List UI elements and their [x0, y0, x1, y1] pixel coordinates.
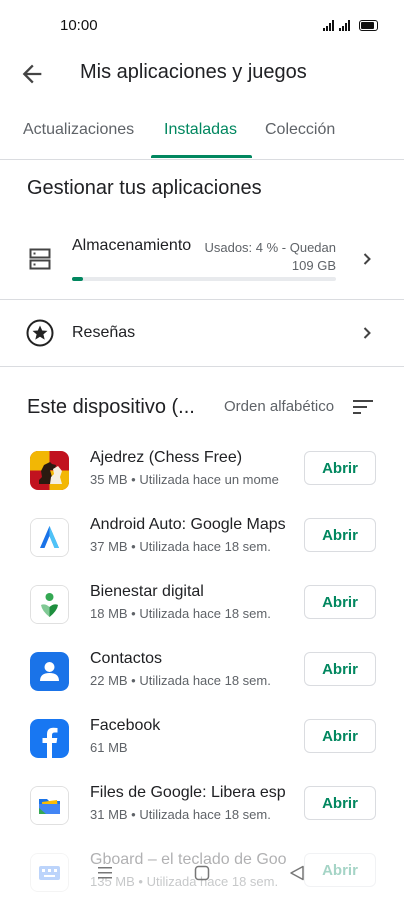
tab-active-indicator — [151, 155, 252, 158]
open-button[interactable]: Abrir — [304, 451, 376, 485]
app-name: Facebook — [90, 717, 161, 734]
app-meta: 37 MB • Utilizada hace 18 sem. — [90, 539, 271, 554]
sort-order-label[interactable]: Orden alfabético — [224, 398, 334, 415]
page-title: Mis aplicaciones y juegos — [80, 61, 307, 83]
app-bar: Mis aplicaciones y juegos — [0, 50, 404, 96]
reviews-row[interactable]: Reseñas — [0, 300, 404, 367]
device-section-title: Este dispositivo (... — [27, 396, 195, 418]
app-meta: 35 MB • Utilizada hace un mome — [90, 472, 279, 487]
contacts-icon — [30, 652, 69, 691]
menu-icon[interactable] — [97, 866, 113, 880]
storage-progress-fill — [72, 277, 83, 281]
app-list-item[interactable]: Android Auto: Google Maps, 37 MB • Utili… — [0, 504, 404, 571]
app-meta: 31 MB • Utilizada hace 18 sem. — [90, 807, 271, 822]
home-icon[interactable] — [194, 865, 210, 881]
app-list-item[interactable]: Files de Google: Libera espa 31 MB • Uti… — [0, 772, 404, 839]
files-by-google-icon — [30, 786, 69, 825]
back-nav-icon[interactable] — [289, 865, 305, 881]
back-arrow-icon[interactable] — [18, 60, 46, 88]
app-name: Bienestar digital — [90, 583, 204, 600]
tab-collection[interactable]: Colección — [265, 121, 335, 139]
open-button[interactable]: Abrir — [304, 786, 376, 820]
app-name: Contactos — [90, 650, 163, 667]
tab-updates[interactable]: Actualizaciones — [23, 121, 134, 139]
app-list-item[interactable]: Contactos 22 MB • Utilizada hace 18 sem.… — [0, 638, 404, 705]
status-bar: 10:00 — [0, 0, 404, 50]
tab-installed[interactable]: Instaladas — [164, 121, 237, 139]
storage-icon — [29, 248, 51, 270]
star-badge-icon — [26, 319, 54, 347]
reviews-label: Reseñas — [72, 324, 136, 341]
open-button[interactable]: Abrir — [304, 719, 376, 753]
storage-progress-bar — [72, 277, 336, 281]
digital-wellbeing-icon — [30, 585, 69, 624]
storage-used-text: Usados: 4 % - Quedan — [204, 240, 336, 255]
open-button[interactable]: Abrir — [304, 585, 376, 619]
app-list-item[interactable]: Facebook 61 MB Abrir — [0, 705, 404, 772]
status-icons — [323, 19, 378, 31]
storage-row[interactable]: Almacenamiento Usados: 4 % - Quedan 109 … — [0, 225, 404, 300]
app-meta: 61 MB — [90, 740, 128, 755]
app-meta: 22 MB • Utilizada hace 18 sem. — [90, 673, 271, 688]
signal-icon — [323, 19, 334, 31]
app-meta: 18 MB • Utilizada hace 18 sem. — [90, 606, 271, 621]
tab-bar: Actualizaciones Instaladas Colección — [0, 112, 404, 160]
app-list-item[interactable]: Bienestar digital 18 MB • Utilizada hace… — [0, 571, 404, 638]
app-list-item[interactable]: Ajedrez (Chess Free) 35 MB • Utilizada h… — [0, 437, 404, 504]
chevron-right-icon — [363, 253, 371, 265]
battery-icon — [359, 20, 378, 31]
chess-app-icon — [30, 451, 69, 490]
facebook-icon — [30, 719, 69, 758]
status-time: 10:00 — [60, 17, 98, 34]
open-button[interactable]: Abrir — [304, 652, 376, 686]
system-nav-bar — [0, 855, 404, 897]
storage-label: Almacenamiento — [72, 237, 192, 254]
app-name: Android Auto: Google Maps, — [90, 516, 286, 533]
open-button[interactable]: Abrir — [304, 518, 376, 552]
manage-heading: Gestionar tus aplicaciones — [27, 177, 262, 199]
signal-icon-2 — [339, 19, 350, 31]
app-name: Files de Google: Libera espa — [90, 784, 286, 801]
storage-left-text: 109 GB — [291, 258, 336, 273]
sort-icon[interactable] — [352, 398, 374, 416]
chevron-right-icon — [363, 327, 371, 339]
storage-usage-text: Usados: 4 % - Quedan 109 GB — [176, 239, 336, 275]
app-name: Ajedrez (Chess Free) — [90, 449, 243, 466]
android-auto-icon — [30, 518, 69, 557]
